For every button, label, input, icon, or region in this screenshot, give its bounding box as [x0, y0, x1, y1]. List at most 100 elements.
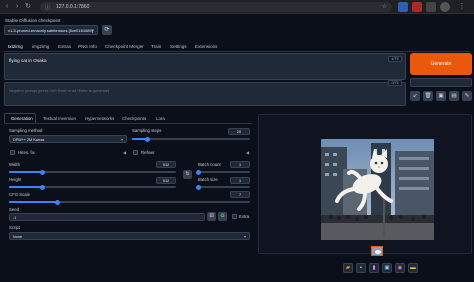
zip-icon: ▮ — [372, 265, 376, 271]
subtab-textual-inversion[interactable]: Textual Inversion — [43, 114, 76, 123]
sampling-method-value: DPM++ 2M Karras — [13, 137, 45, 142]
extension-icon[interactable] — [398, 2, 408, 12]
profile-avatar[interactable] — [440, 2, 450, 12]
script-label: Script — [9, 225, 20, 230]
sampling-steps-label: Sampling steps — [132, 128, 162, 133]
save-button[interactable]: ▪ — [356, 263, 366, 273]
tab-img2img[interactable]: img2img — [32, 42, 49, 51]
height-slider[interactable] — [9, 184, 176, 190]
subtab-lora[interactable]: Lora — [156, 114, 165, 123]
tab-settings[interactable]: Settings — [170, 42, 187, 51]
back-icon[interactable]: ‹ — [3, 3, 11, 11]
cfg-scale-input[interactable]: 7 — [230, 191, 250, 198]
subtab-generation[interactable]: Generation — [11, 114, 33, 123]
sampling-steps-input[interactable]: 20 — [228, 128, 250, 135]
bookmark-star-icon[interactable]: ☆ — [382, 3, 387, 10]
width-input[interactable]: 512 — [156, 161, 176, 168]
edit-style-button[interactable]: ✎ — [462, 91, 472, 101]
prompt-token-counter: 4/75 — [388, 56, 402, 62]
cfg-scale-label: CFG Scale — [9, 192, 31, 197]
prompt-input[interactable]: flying cat in Osaka 4/75 — [4, 53, 406, 80]
prompt-text: flying cat in Osaka — [9, 58, 47, 63]
subtab-checkpoints[interactable]: Checkpoints — [122, 114, 146, 123]
tab-extensions[interactable]: Extensions — [195, 42, 217, 51]
address-bar[interactable]: ⓘ 127.0.0.1:7860 ☆ — [40, 2, 392, 12]
generated-image[interactable] — [321, 139, 434, 240]
site-info-icon[interactable]: ⓘ — [45, 4, 50, 11]
width-knob[interactable] — [39, 169, 45, 175]
tab-txt2img[interactable]: txt2img — [8, 42, 23, 51]
height-label: Height — [9, 177, 22, 182]
extension-icon[interactable] — [426, 2, 436, 12]
sampling-method-label: Sampling method — [9, 128, 43, 133]
tab-checkpoint-merger[interactable]: Checkpoint Merger — [105, 42, 144, 51]
refresh-checkpoint-button[interactable]: ⟳ — [102, 25, 112, 35]
trash-icon: 🗑 — [424, 93, 432, 99]
image-icon: ▣ — [384, 265, 390, 271]
batch-count-slider[interactable] — [196, 169, 250, 175]
batch-count-input[interactable]: 1 — [230, 161, 250, 168]
refiner-checkbox[interactable] — [133, 150, 138, 155]
zip-button[interactable]: ▮ — [369, 263, 379, 273]
sampling-method-select[interactable]: DPM++ 2M Karras ▾ — [9, 135, 127, 143]
checkpoint-select[interactable]: v1-5-pruned-emaonly.safetensors [6ce0161… — [4, 25, 98, 35]
dice-icon: ⚄ — [209, 213, 214, 219]
subtab-hypernetworks[interactable]: Hypernetworks — [85, 114, 114, 123]
chevron-down-icon: ▾ — [120, 137, 123, 142]
height-knob[interactable] — [39, 184, 45, 190]
reuse-seed-button[interactable]: ♻ — [218, 212, 227, 221]
forward-icon[interactable]: › — [13, 3, 21, 11]
width-slider[interactable] — [9, 169, 176, 175]
pencil-icon: ✎ — [464, 93, 470, 99]
negative-prompt-placeholder: Negative prompt (press Ctrl+Enter or Alt… — [9, 89, 110, 93]
batch-size-input[interactable]: 1 — [230, 177, 250, 184]
extension-icon[interactable] — [412, 2, 422, 12]
script-select[interactable]: None ▾ — [9, 232, 250, 240]
seed-value: -1 — [13, 215, 17, 220]
tab-png-info[interactable]: PNG Info — [78, 42, 97, 51]
hires-fix-checkbox[interactable] — [10, 150, 15, 155]
clipboard-icon: ▤ — [451, 93, 457, 99]
image-icon: ▣ — [438, 93, 444, 99]
batch-count-knob[interactable] — [196, 169, 201, 175]
url-text: 127.0.0.1:7860 — [56, 4, 90, 10]
seed-input[interactable]: -1 — [9, 213, 205, 221]
browser-menu-icon[interactable]: ⋮ — [458, 3, 466, 11]
tab-train[interactable]: Train — [151, 42, 161, 51]
extra-seed-label: Extra — [239, 214, 250, 219]
sampling-steps-knob[interactable] — [144, 136, 150, 142]
sampling-steps-slider[interactable] — [132, 136, 250, 142]
hires-fix-label: Hires. fix — [18, 150, 35, 155]
reload-icon[interactable]: ↻ — [24, 3, 32, 11]
negative-prompt-input[interactable]: Negative prompt (press Ctrl+Enter or Alt… — [4, 80, 406, 106]
extra-networks-button[interactable]: ▣ — [436, 91, 446, 101]
batch-count-label: Batch count — [198, 162, 221, 167]
tab-extras[interactable]: Extras — [58, 42, 71, 51]
clear-prompt-button[interactable]: 🗑 — [423, 91, 433, 101]
cfg-scale-knob[interactable] — [54, 199, 60, 205]
cfg-scale-slider[interactable] — [9, 199, 250, 205]
height-fill — [9, 186, 43, 188]
extra-seed-checkbox[interactable] — [232, 214, 237, 219]
collapse-triangle-icon[interactable]: ◀ — [123, 150, 126, 155]
send-to-extras-button[interactable]: ▬ — [408, 263, 418, 273]
chevron-down-icon: ▾ — [91, 27, 94, 34]
output-thumbnail[interactable] — [371, 246, 383, 256]
send-to-img2img-button[interactable]: ▣ — [382, 263, 392, 273]
batch-size-knob[interactable] — [196, 184, 201, 190]
checkpoint-label: Stable Diffusion checkpoint — [5, 18, 61, 23]
read-params-button[interactable]: ↙ — [410, 91, 420, 101]
generation-settings: Sampling method DPM++ 2M Karras ▾ Sampli… — [4, 124, 252, 248]
open-folder-button[interactable]: ▰ — [343, 263, 353, 273]
batch-size-slider[interactable] — [196, 184, 250, 190]
apply-style-button[interactable]: ▤ — [449, 91, 459, 101]
random-seed-button[interactable]: ⚄ — [207, 212, 216, 221]
generate-button[interactable]: Generate — [410, 53, 472, 75]
send-to-inpaint-button[interactable]: ◉ — [395, 263, 405, 273]
flying-cat-image — [321, 139, 434, 240]
swap-dimensions-button[interactable]: ⇅ — [183, 170, 192, 179]
height-input[interactable]: 512 — [156, 177, 176, 184]
folder-icon: ▰ — [345, 265, 351, 271]
collapse-triangle-icon[interactable]: ◀ — [246, 150, 249, 155]
styles-select[interactable] — [410, 78, 472, 87]
